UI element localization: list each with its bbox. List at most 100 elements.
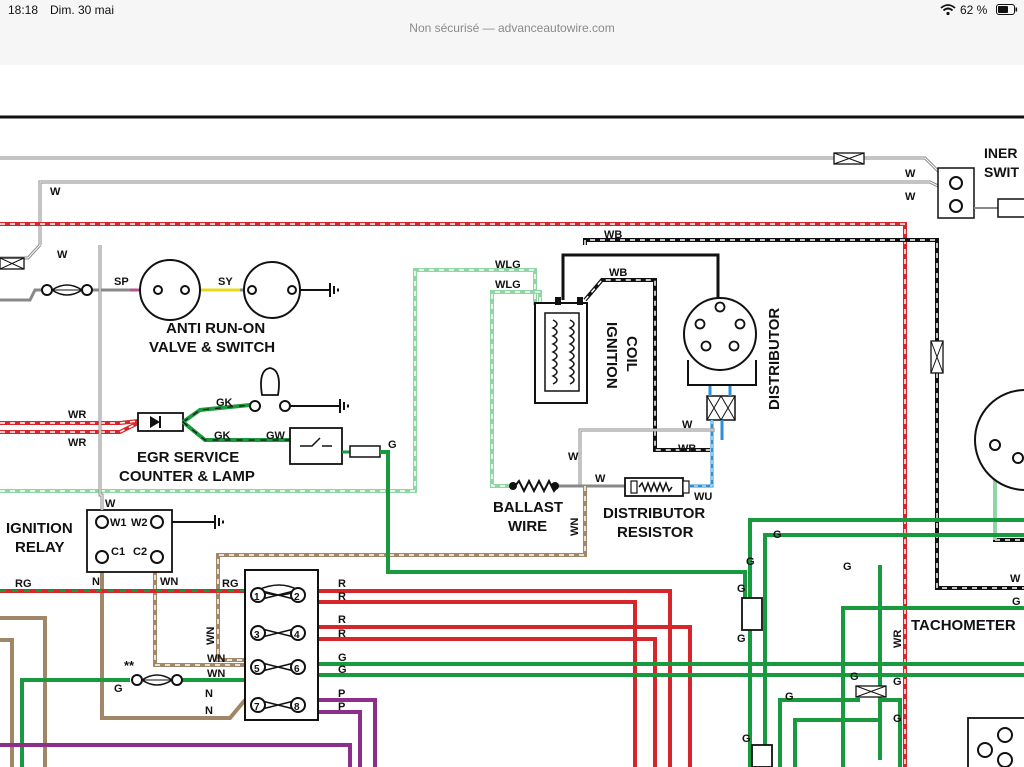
svg-text:G: G <box>114 683 123 695</box>
connector-pin-2: 2 <box>290 587 306 603</box>
svg-text:W: W <box>905 168 916 180</box>
svg-text:W: W <box>105 498 116 510</box>
svg-text:RG: RG <box>15 578 32 590</box>
svg-text:GK: GK <box>216 397 233 409</box>
svg-text:8: 8 <box>294 702 300 713</box>
wire-w-top <box>0 156 957 260</box>
anti-runon-valve-switch <box>0 259 339 321</box>
svg-text:G: G <box>746 556 755 568</box>
tach-connector <box>751 744 773 767</box>
svg-text:WLG: WLG <box>495 259 521 271</box>
connector-pin-8: 8 <box>290 697 306 713</box>
relay-pin-c1: C1 <box>111 546 125 558</box>
svg-text:G: G <box>843 561 852 573</box>
svg-text:W: W <box>568 451 579 463</box>
distributor <box>683 297 757 421</box>
svg-text:1: 1 <box>254 592 260 603</box>
svg-text:5: 5 <box>254 664 260 675</box>
svg-text:GW: GW <box>266 430 286 442</box>
date: Dim. 30 mai <box>50 3 115 17</box>
dist-resistor-label-1: DISTRIBUTOR <box>603 505 705 522</box>
svg-text:WLG: WLG <box>495 279 521 291</box>
connector-pin-3: 3 <box>250 625 266 641</box>
svg-text:6: 6 <box>294 664 300 675</box>
svg-text:3: 3 <box>254 630 260 641</box>
svg-text:W: W <box>682 419 693 431</box>
svg-text:WR: WR <box>892 630 904 648</box>
distributor-resistor <box>624 477 690 497</box>
wire-coil-black <box>561 253 720 300</box>
bottom-right-component <box>967 717 1024 767</box>
ignition-coil-label-1: IGNITION <box>603 322 620 389</box>
svg-text:WN: WN <box>207 653 225 665</box>
svg-text:N: N <box>92 576 100 588</box>
address-bar[interactable]: Non sécurisé — advanceautowire.com <box>0 20 1024 40</box>
svg-text:GK: GK <box>214 430 231 442</box>
ignition-relay-label-2: RELAY <box>15 539 64 556</box>
inertia-label-2: SWIT <box>984 164 1019 180</box>
inertia-label-1: INER <box>984 145 1017 161</box>
battery-percentage: 62 % <box>960 3 988 17</box>
svg-text:P: P <box>338 688 345 700</box>
svg-text:N: N <box>205 688 213 700</box>
svg-text:R: R <box>338 614 346 626</box>
svg-text:WB: WB <box>604 229 622 241</box>
svg-text:P: P <box>338 701 345 713</box>
svg-text:WN: WN <box>205 627 217 645</box>
inline-fuse-right <box>930 340 944 374</box>
svg-text:G: G <box>737 633 746 645</box>
egr-label-1: EGR SERVICE <box>137 449 239 466</box>
web-page-content: INER SWIT IGNITION COIL DISTRIBUTOR BALL… <box>0 65 1024 767</box>
svg-text:WB: WB <box>678 443 696 455</box>
wiring-diagram: INER SWIT IGNITION COIL DISTRIBUTOR BALL… <box>0 115 1024 767</box>
relay-pin-c2: C2 <box>133 546 147 558</box>
connector-pin-1: 1 <box>250 587 266 603</box>
svg-text:WR: WR <box>68 409 86 421</box>
svg-text:G: G <box>893 713 902 725</box>
svg-text:G: G <box>388 439 397 451</box>
wire-wr-egr <box>0 419 139 434</box>
svg-text:R: R <box>338 628 346 640</box>
anti-runon-label-2: VALVE & SWITCH <box>149 339 275 356</box>
connector-pin-4: 4 <box>290 625 306 641</box>
svg-text:SY: SY <box>218 276 233 288</box>
relay-pin-w1: W1 <box>110 517 127 529</box>
distributor-label: DISTRIBUTOR <box>766 308 783 410</box>
url-text[interactable]: Non sécurisé — advanceautowire.com <box>409 21 614 35</box>
svg-text:WN: WN <box>569 518 581 536</box>
svg-text:WN: WN <box>160 576 178 588</box>
ios-status-bar: 18:18 Dim. 30 mai 62 % <box>0 0 1024 20</box>
svg-text:RG: RG <box>222 578 239 590</box>
ballast-wire <box>509 478 559 494</box>
inline-fuse-tach <box>855 685 887 698</box>
svg-text:2: 2 <box>294 592 300 603</box>
svg-text:W: W <box>57 249 68 261</box>
connector-pin-7: 7 <box>250 697 266 713</box>
svg-text:G: G <box>850 671 859 683</box>
svg-text:W: W <box>595 473 606 485</box>
egr-label-2: COUNTER & LAMP <box>119 468 255 485</box>
svg-text:G: G <box>338 652 347 664</box>
svg-text:WN: WN <box>207 668 225 680</box>
svg-text:WB: WB <box>609 267 627 279</box>
ignition-coil-label-2: COIL <box>623 336 640 372</box>
svg-text:W: W <box>1010 573 1021 585</box>
svg-text:4: 4 <box>294 630 300 641</box>
tachometer-label: TACHOMETER <box>911 617 1016 634</box>
browser-toolbar <box>0 40 1024 66</box>
svg-text:W: W <box>50 186 61 198</box>
relay-pin-w2: W2 <box>131 517 148 529</box>
svg-text:G: G <box>893 676 902 688</box>
inline-fuse-top <box>833 152 865 165</box>
svg-text:W: W <box>905 191 916 203</box>
double-star-connector <box>131 674 183 686</box>
anti-runon-label-1: ANTI RUN-ON <box>166 320 265 337</box>
ballast-label-2: WIRE <box>508 518 547 535</box>
ignition-relay-label-1: IGNITION <box>6 520 73 537</box>
ballast-label-1: BALLAST <box>493 499 563 516</box>
clock: 18:18 <box>8 3 39 17</box>
ignition-coil <box>534 297 588 404</box>
tach-resistor <box>741 597 763 631</box>
svg-text:G: G <box>737 583 746 595</box>
battery-icon <box>996 4 1018 15</box>
